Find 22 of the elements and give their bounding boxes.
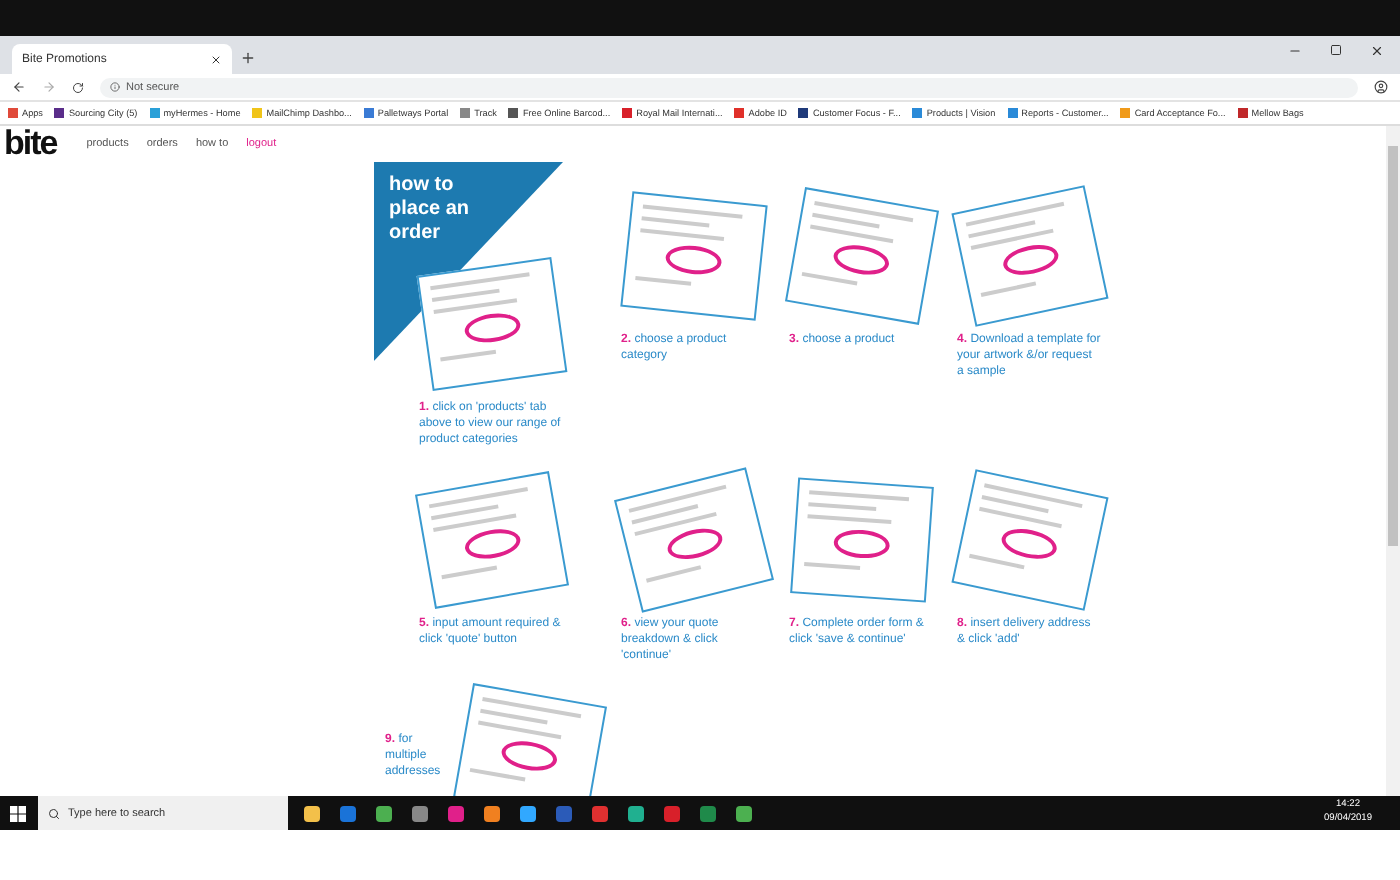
app-icon[interactable] [628,805,644,821]
app-icon[interactable] [484,805,500,821]
maximize-icon[interactable] [1330,44,1342,56]
close-icon[interactable] [210,53,222,65]
reload-icon[interactable] [72,81,84,93]
scrollbar-thumb[interactable] [1388,146,1398,546]
app-icon[interactable] [376,805,392,821]
app-icon[interactable] [412,805,428,821]
infographic-title: how to place an order [389,174,472,246]
close-icon[interactable] [1370,44,1384,58]
info-icon [110,82,120,92]
app-icon[interactable] [304,805,320,821]
site-logo[interactable]: bite [4,126,57,164]
windows-logo-icon[interactable] [10,805,26,821]
back-icon[interactable] [12,80,26,94]
app-icon[interactable] [736,805,752,821]
search-icon [48,807,60,819]
screenshot-thumbnail [789,477,933,603]
app-icon[interactable] [520,805,536,821]
new-tab-icon[interactable] [240,50,256,66]
account-icon[interactable] [1374,80,1388,94]
minimize-icon[interactable] [1288,44,1302,58]
